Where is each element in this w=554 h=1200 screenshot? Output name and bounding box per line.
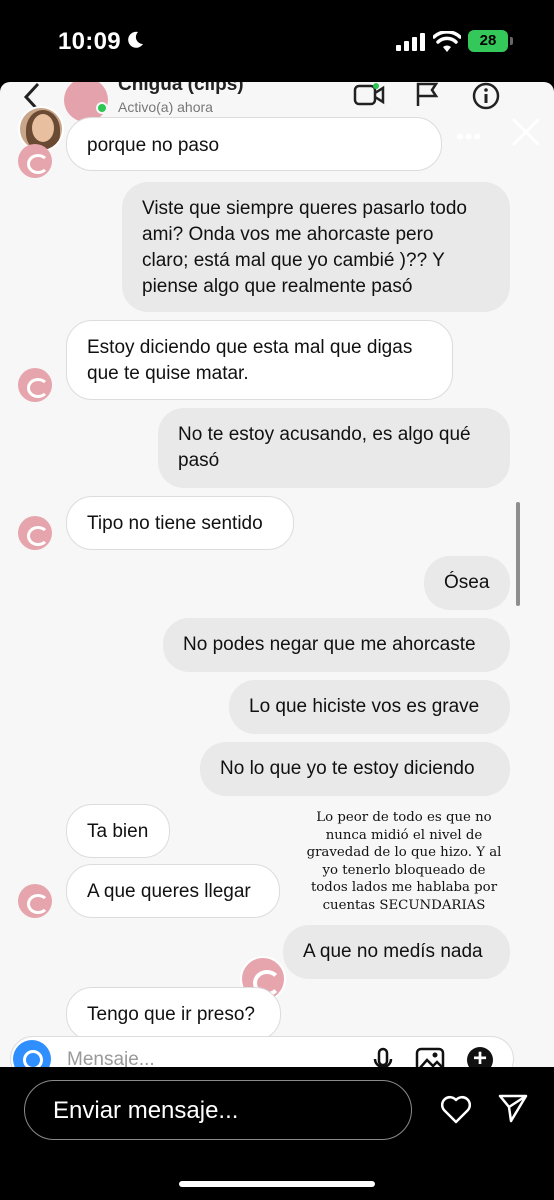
battery-charging-icon: 28 — [468, 30, 508, 52]
message-input[interactable]: Mensaje... — [67, 1049, 155, 1067]
message-text: No te estoy acusando, es algo qué — [178, 424, 471, 445]
battery-nub — [510, 37, 513, 45]
video-call-icon[interactable] — [353, 82, 385, 108]
flag-icon[interactable] — [414, 82, 440, 108]
reply-placeholder: Enviar mensaje... — [53, 1097, 239, 1124]
mic-icon[interactable] — [373, 1047, 393, 1067]
info-icon[interactable] — [472, 82, 500, 110]
story-caption: Lo peor de todo es que no nunca midió el… — [304, 809, 504, 914]
message-out: Lo que hiciste vos es grave — [229, 680, 510, 734]
sender-avatar — [18, 516, 52, 550]
message-in: Tipo no tiene sentido — [66, 496, 294, 550]
message-out: A que no medís nada — [283, 925, 510, 979]
message-text: No lo que yo te estoy diciendo — [220, 758, 475, 779]
gallery-icon[interactable] — [415, 1047, 445, 1067]
caption-line: nunca midió el nivel de — [325, 827, 483, 843]
moon-icon — [128, 31, 143, 48]
sender-avatar — [18, 368, 52, 402]
message-out: Ósea — [424, 556, 510, 610]
message-text: Ta bien — [87, 821, 149, 842]
message-in: Ta bien — [66, 804, 170, 858]
close-icon[interactable] — [510, 116, 542, 148]
caption-line: yo tenerlo bloqueado de — [322, 862, 486, 878]
online-dot — [96, 102, 108, 114]
message-out: Viste que siempre queres pasarlo todo am… — [122, 182, 510, 312]
message-text: No podes negar que me ahorcaste — [183, 634, 476, 655]
heart-icon[interactable] — [440, 1094, 472, 1124]
signal-icon — [396, 33, 425, 51]
scrollbar[interactable] — [516, 502, 520, 606]
home-indicator — [179, 1181, 375, 1187]
message-text: Ósea — [444, 572, 490, 593]
story-reply-bar: Enviar mensaje... — [0, 1067, 554, 1200]
message-text: porque no paso — [87, 135, 220, 156]
message-text: piense algo que realmente pasó — [142, 276, 413, 297]
message-text: Tengo que ir preso? — [87, 1004, 255, 1025]
message-text: Tipo no tiene sentido — [87, 513, 263, 534]
message-text: Lo que hiciste vos es grave — [249, 696, 480, 717]
contact-status: Activo(a) ahora — [118, 99, 213, 115]
message-text: pasó — [178, 450, 220, 471]
message-composer[interactable]: Mensaje... + — [10, 1036, 514, 1067]
message-text: Viste que siempre queres pasarlo todo — [142, 198, 467, 219]
message-out: No podes negar que me ahorcaste — [163, 618, 510, 672]
battery-level: 28 — [479, 32, 497, 49]
plus-icon[interactable]: + — [467, 1047, 493, 1067]
message-text: Estoy diciendo que esta mal que digas — [87, 337, 413, 358]
caption-line: cuentas SECUNDARIAS — [322, 897, 486, 913]
message-text: ami? Onda vos me ahorcaste pero — [142, 224, 434, 245]
sender-avatar — [18, 144, 52, 178]
message-out: No te estoy acusando, es algo qué pasó — [158, 408, 510, 488]
caption-line: gravedad de lo que hizo. Y al — [306, 845, 502, 860]
message-text: A que queres llegar — [87, 881, 251, 902]
more-options-icon[interactable]: ••• — [456, 124, 482, 150]
story-screenshot: Chigua (clips) Activo(a) ahora cotypiozz… — [0, 82, 554, 1067]
contact-name[interactable]: Chigua (clips) — [118, 82, 244, 96]
status-time: 10:09 — [58, 28, 121, 55]
caption-line: todos lados me hablaba por — [310, 880, 498, 895]
message-text: que te quise matar. — [87, 363, 249, 384]
wifi-icon — [433, 31, 461, 52]
message-in: Tengo que ir preso? — [66, 987, 281, 1041]
send-icon[interactable] — [497, 1092, 529, 1124]
message-text: A que no medís nada — [303, 941, 483, 962]
message-in: Estoy diciendo que esta mal que digas qu… — [66, 320, 453, 400]
message-out: No lo que yo te estoy diciendo — [200, 742, 510, 796]
sender-avatar — [18, 884, 52, 918]
message-text: claro; está mal que yo cambié )?? Y — [142, 250, 445, 271]
status-bar: 10:09 28 — [0, 0, 554, 82]
reply-input[interactable]: Enviar mensaje... — [24, 1080, 412, 1140]
message-in: A que queres llegar — [66, 864, 280, 918]
message-in: porque no paso — [66, 117, 442, 171]
camera-icon[interactable] — [13, 1040, 51, 1067]
caption-line: Lo peor de todo es que no — [316, 810, 492, 825]
